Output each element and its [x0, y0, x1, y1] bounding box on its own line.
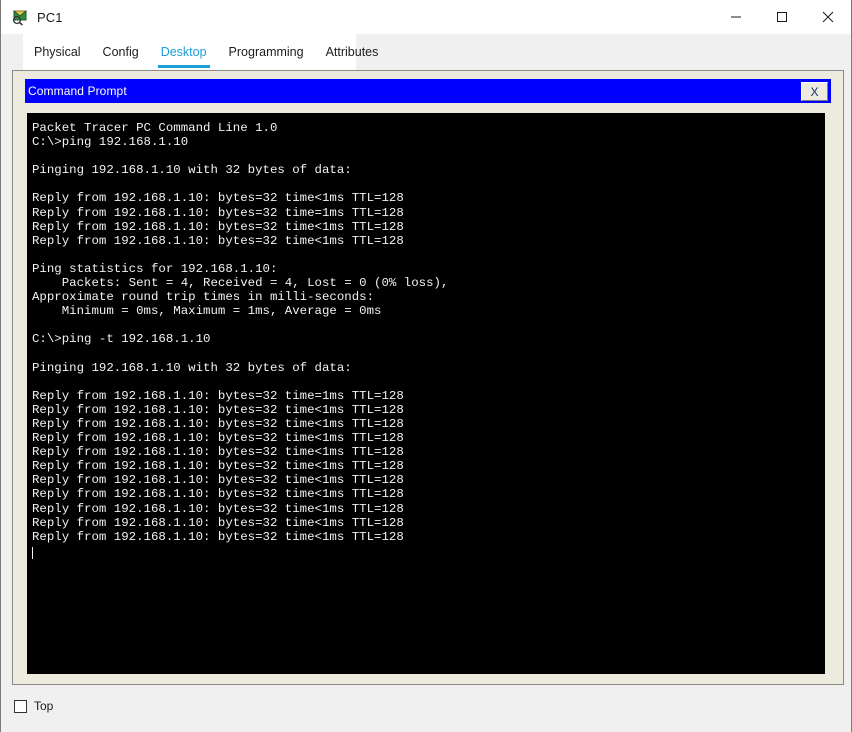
window-title: PC1 — [37, 9, 63, 25]
tab-desktop[interactable]: Desktop — [150, 34, 218, 70]
tab-strip: Physical Config Desktop Programming Attr… — [1, 34, 851, 70]
desktop-panel: Command Prompt X Packet Tracer PC Comman… — [12, 70, 844, 685]
tab-physical-label: Physical — [34, 45, 81, 59]
command-prompt-title: Command Prompt — [28, 84, 127, 98]
tab-desktop-label: Desktop — [160, 45, 207, 59]
window-controls — [713, 0, 851, 34]
command-prompt-window: Command Prompt X Packet Tracer PC Comman… — [25, 79, 831, 676]
console-screen[interactable]: Packet Tracer PC Command Line 1.0 C:\>pi… — [27, 113, 825, 674]
tab-config[interactable]: Config — [92, 34, 150, 70]
close-icon — [822, 11, 834, 23]
window-titlebar: PC1 — [1, 0, 851, 34]
tab-list: Physical Config Desktop Programming Attr… — [23, 34, 389, 70]
console-cursor — [32, 546, 33, 559]
minimize-button[interactable] — [713, 0, 759, 34]
tab-attributes[interactable]: Attributes — [315, 34, 390, 70]
maximize-icon — [776, 11, 788, 23]
titlebar-left-group: PC1 — [1, 8, 713, 26]
tab-programming[interactable]: Programming — [218, 34, 315, 70]
top-checkbox-label: Top — [34, 699, 54, 713]
footer-bar: Top — [1, 690, 851, 730]
maximize-button[interactable] — [759, 0, 805, 34]
tab-config-label: Config — [102, 45, 139, 59]
tab-programming-label: Programming — [228, 45, 304, 59]
command-prompt-body: Packet Tracer PC Command Line 1.0 C:\>pi… — [25, 103, 831, 676]
console-output: Packet Tracer PC Command Line 1.0 C:\>pi… — [32, 121, 449, 544]
tab-physical[interactable]: Physical — [23, 34, 92, 70]
command-prompt-titlebar: Command Prompt X — [25, 79, 831, 103]
pc1-window: PC1 Physical Config Desktop Programming … — [0, 0, 852, 732]
minimize-icon — [730, 11, 742, 23]
packet-tracer-pc-icon — [11, 8, 29, 26]
command-prompt-close-button[interactable]: X — [801, 82, 828, 101]
close-button[interactable] — [805, 0, 851, 34]
tab-attributes-label: Attributes — [325, 45, 379, 59]
top-checkbox[interactable] — [14, 700, 27, 713]
